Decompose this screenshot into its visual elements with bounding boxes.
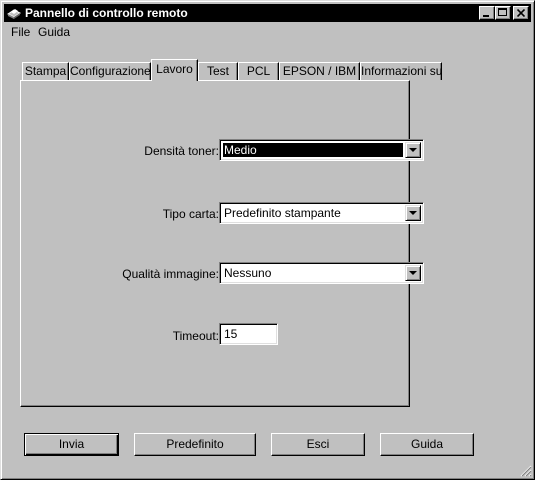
chevron-down-icon <box>409 148 417 152</box>
menu-guida[interactable]: Guida <box>38 25 70 39</box>
tab-informazioni[interactable]: Informazioni su <box>360 62 442 80</box>
app-window: Pannello di controllo remoto File Guida … <box>0 0 535 480</box>
timeout-value: 15 <box>224 327 238 341</box>
chevron-down-icon <box>409 211 417 215</box>
send-button[interactable]: Invia <box>24 433 119 456</box>
tab-stampa[interactable]: Stampa <box>22 62 69 80</box>
paper-select[interactable]: Predefinito stampante <box>219 202 424 224</box>
title-bar[interactable]: Pannello di controllo remoto <box>4 4 531 22</box>
tab-pcl[interactable]: PCL <box>238 62 279 80</box>
chevron-down-icon <box>409 271 417 275</box>
menu-bar: File Guida <box>4 23 531 41</box>
quality-select[interactable]: Nessuno <box>219 262 424 284</box>
density-label: Densità toner: <box>144 144 219 158</box>
paper-label: Tipo carta: <box>162 207 219 221</box>
density-select[interactable]: Medio <box>219 139 424 161</box>
tab-test[interactable]: Test <box>198 62 238 80</box>
maximize-button[interactable] <box>495 6 511 20</box>
quality-label: Qualità immagine: <box>122 267 219 281</box>
quality-dropdown-button[interactable] <box>405 265 421 281</box>
close-icon <box>517 9 525 17</box>
density-dropdown-button[interactable] <box>405 142 421 158</box>
menu-file[interactable]: File <box>11 25 30 39</box>
paper-value: Predefinito stampante <box>224 206 341 220</box>
minimize-icon <box>483 15 489 17</box>
printer-icon <box>7 9 21 19</box>
exit-button[interactable]: Esci <box>271 433 365 456</box>
timeout-field[interactable]: 15 <box>219 323 278 345</box>
density-value: Medio <box>222 142 404 158</box>
maximize-icon <box>498 8 507 16</box>
window-title: Pannello di controllo remoto <box>25 6 188 20</box>
minimize-button[interactable] <box>479 6 495 20</box>
quality-value: Nessuno <box>224 266 272 280</box>
tab-configurazione[interactable]: Configurazione <box>69 62 151 80</box>
paper-dropdown-button[interactable] <box>405 205 421 221</box>
default-button[interactable]: Predefinito <box>134 433 256 456</box>
resize-grip-icon[interactable] <box>520 465 532 477</box>
help-button[interactable]: Guida <box>380 433 474 456</box>
tab-lavoro[interactable]: Lavoro <box>151 59 198 81</box>
close-button[interactable] <box>513 6 529 20</box>
timeout-label: Timeout: <box>172 329 219 343</box>
tab-panel-lavoro: Densità toner: Medio Tipo carta: Predefi… <box>20 80 424 407</box>
tab-epson-ibm[interactable]: EPSON / IBM <box>279 62 360 80</box>
